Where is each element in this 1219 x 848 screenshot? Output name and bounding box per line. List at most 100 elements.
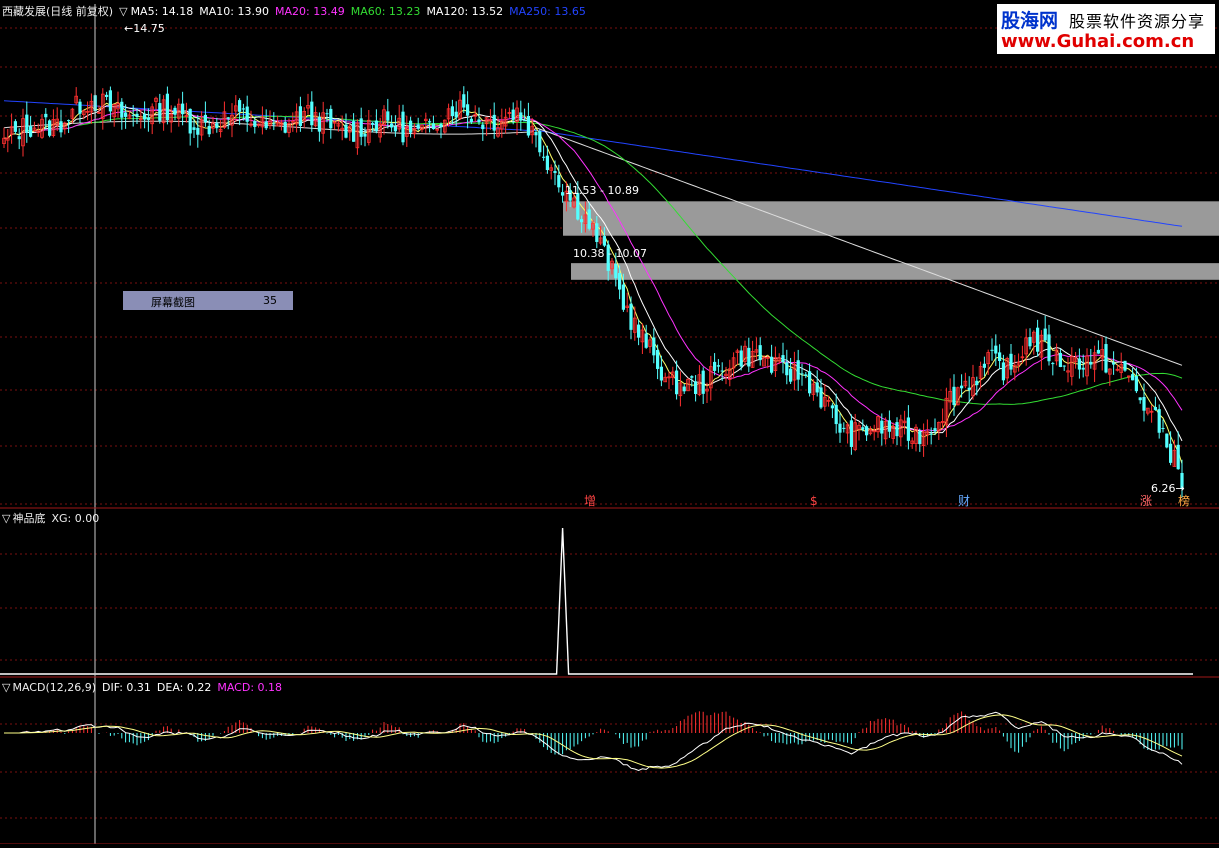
candle-body: [511, 109, 515, 120]
candle-body: [587, 209, 591, 229]
macd-title: MACD(12,26,9): [12, 681, 97, 694]
candle-body: [865, 426, 869, 436]
watermark-logo: 股海网 股票软件资源分享 www.Guhai.com.cn: [997, 4, 1215, 54]
candle-body: [1043, 328, 1047, 341]
candle-body: [386, 111, 390, 121]
candle-body: [747, 347, 751, 367]
candle-body: [659, 366, 663, 381]
candle-body: [371, 123, 375, 125]
candle-body: [1001, 362, 1005, 381]
macd-toggle-icon[interactable]: ▽: [2, 681, 10, 694]
candle-body: [401, 111, 405, 143]
screenshot-badge[interactable]: 屏幕截图 35: [123, 291, 293, 310]
candle-body: [325, 113, 329, 115]
candle-body: [203, 114, 207, 123]
candle-body: [960, 385, 964, 389]
candle-body: [880, 420, 884, 434]
candle-body: [808, 371, 812, 394]
candle-body: [720, 370, 724, 372]
ma60-legend: MA60: 13.23: [350, 5, 421, 18]
event-marker: 榜: [1178, 493, 1190, 508]
ma10-legend: MA10: 13.90: [199, 5, 269, 18]
candle-body: [108, 90, 112, 112]
candle-body: [557, 175, 561, 188]
candle-body: [1176, 444, 1180, 470]
candle-body: [1047, 334, 1051, 362]
candle-body: [967, 387, 971, 391]
candle-body: [781, 355, 785, 363]
candle-body: [933, 428, 937, 432]
candle-body: [656, 350, 660, 369]
candle-body: [1142, 397, 1146, 411]
candle-body: [834, 404, 838, 425]
candle-body: [1036, 327, 1040, 352]
candle-body: [739, 350, 743, 367]
candle-body: [895, 422, 899, 437]
candle-body: [1062, 365, 1066, 367]
candle-body: [393, 126, 397, 132]
candle-body: [329, 108, 333, 129]
candle-body: [998, 352, 1002, 362]
candle-body: [359, 118, 363, 137]
ma5-legend: MA5: 14.18: [130, 5, 194, 18]
candle-body: [146, 117, 150, 120]
candle-body: [29, 126, 33, 137]
candle-body: [44, 113, 48, 118]
candle-body: [48, 120, 52, 136]
candle-body: [439, 123, 443, 128]
candle-body: [245, 106, 249, 122]
candle-body: [1112, 362, 1116, 365]
candle-body: [105, 94, 109, 97]
candle-body: [25, 114, 29, 133]
macd-value-legend: MACD: 0.18: [217, 681, 283, 694]
candle-body: [1157, 409, 1161, 433]
indicator-toggle-icon[interactable]: ▽: [2, 512, 10, 525]
candle-body: [690, 376, 694, 378]
candle-body: [838, 423, 842, 433]
watermark-url: www.Guhai.com.cn: [1001, 31, 1195, 52]
candle-body: [819, 387, 823, 408]
indicator-panel-legend: ▽ 神品底 XG: 0.00: [2, 512, 105, 525]
candle-body: [317, 116, 321, 132]
candle-body: [469, 118, 473, 123]
candlestick-chart: ←14.756.26→11.53 - 10.8910.38 - 10.07增 $ 财…: [0, 4, 1219, 845]
candle-body: [450, 106, 454, 117]
candle-body: [849, 420, 853, 447]
candle-body: [462, 94, 466, 108]
candle-body: [1161, 427, 1165, 429]
candle-body: [1081, 367, 1085, 370]
candle-body: [595, 223, 599, 242]
main-panel-legend: 西藏发展(日线 前复权) ▽ MA5: 14.18 MA10: 13.90 MA20: …: [2, 5, 592, 18]
candle-body: [1077, 358, 1081, 370]
candle-body: [629, 303, 633, 330]
candle-body: [241, 108, 245, 110]
gap-zones: [563, 201, 1219, 280]
candle-body: [815, 382, 819, 393]
candle-body: [701, 370, 705, 394]
candle-body: [800, 373, 804, 375]
candle-body: [542, 156, 546, 158]
candle-body: [861, 427, 865, 430]
candle-body: [173, 107, 177, 115]
candle-body: [272, 123, 276, 125]
candle-body: [618, 273, 622, 290]
candle-body: [78, 101, 82, 114]
candle-body: [982, 363, 986, 368]
candle-body: [675, 370, 679, 395]
price-gap-zone: [571, 263, 1219, 280]
candle-body: [158, 103, 162, 121]
legend-toggle-icon[interactable]: ▽: [119, 5, 127, 18]
candle-body: [363, 133, 367, 137]
candle-body: [131, 115, 135, 117]
candle-body: [1058, 352, 1062, 368]
candle-body: [804, 374, 808, 376]
candle-body: [887, 420, 891, 432]
candle-body: [553, 171, 557, 173]
price-gap-zone: [563, 201, 1219, 236]
gap-label: 11.53 - 10.89: [565, 184, 639, 197]
candle-body: [143, 114, 147, 120]
candle-body: [716, 365, 720, 367]
candle-body: [1089, 361, 1093, 365]
candle-body: [1134, 376, 1138, 392]
candle-body: [120, 101, 124, 118]
